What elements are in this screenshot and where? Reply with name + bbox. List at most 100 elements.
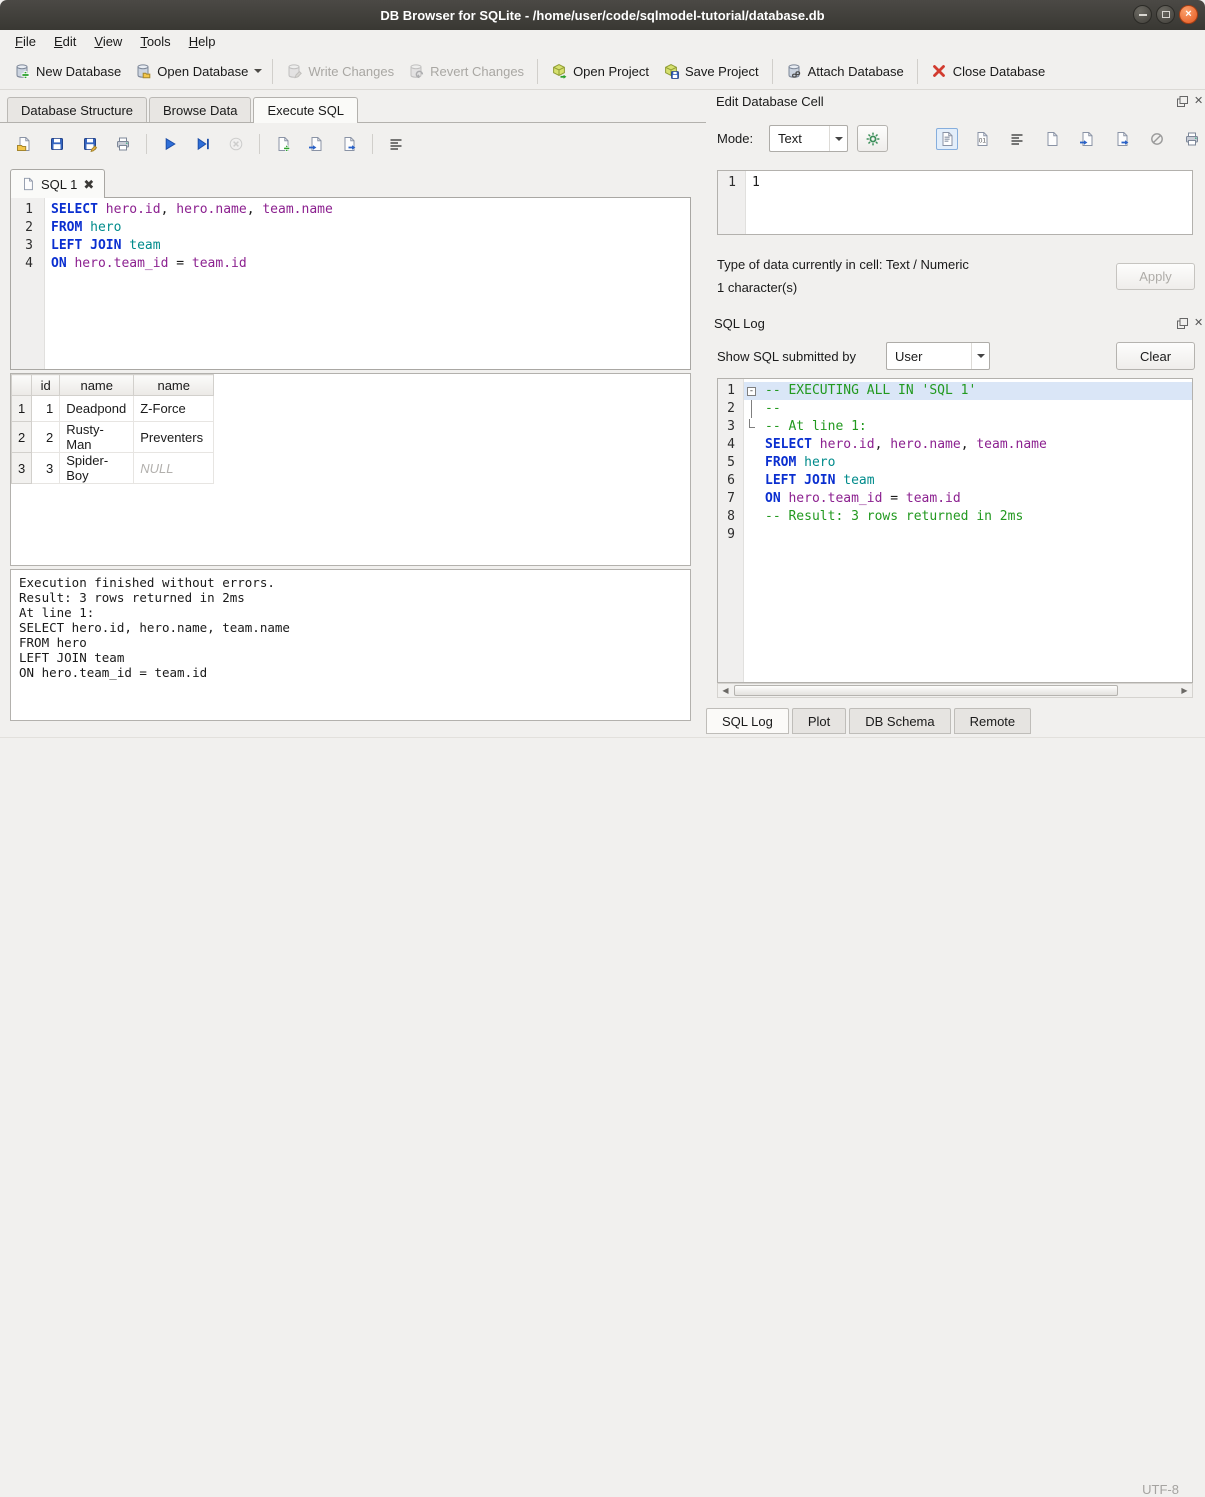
code-line: 6LEFT JOIN team — [718, 472, 1192, 490]
word-wrap-button[interactable] — [1006, 128, 1028, 150]
execute-current-line-button[interactable] — [193, 134, 213, 154]
code-text: -- Result: 3 rows returned in 2ms — [759, 508, 1023, 526]
table-cell[interactable]: Spider-Boy — [60, 453, 134, 484]
mode-combobox[interactable]: Text — [769, 125, 848, 152]
log-filter-combobox[interactable]: User — [886, 342, 990, 370]
fold-marker[interactable] — [744, 418, 759, 436]
mode-value: Text — [770, 131, 829, 146]
export-sql-icon — [341, 136, 357, 152]
open-in-new-tab-button[interactable] — [273, 134, 293, 154]
close-dock-icon[interactable]: ✕ — [1194, 318, 1203, 329]
menu-file[interactable]: File — [6, 31, 45, 52]
log-horizontal-scrollbar[interactable]: ◀ ▶ — [717, 683, 1193, 698]
code-text: ON hero.team_id = team.id — [45, 255, 247, 273]
code-line: 9 — [718, 526, 1192, 544]
dock-tab-db-schema[interactable]: DB Schema — [849, 708, 950, 734]
export-cell-data-button[interactable] — [1111, 128, 1133, 150]
line-number: 3 — [718, 418, 744, 436]
table-cell[interactable]: NULL — [134, 453, 214, 484]
close-button[interactable]: × — [1179, 5, 1198, 24]
menu-edit[interactable]: Edit — [45, 31, 85, 52]
fold-marker — [744, 472, 759, 490]
scroll-right-icon[interactable]: ▶ — [1177, 684, 1192, 697]
save-sql-file-button[interactable] — [47, 134, 67, 154]
menu-tools[interactable]: Tools — [131, 31, 179, 52]
menu-help[interactable]: Help — [180, 31, 225, 52]
binary-mode-button[interactable]: 01 — [971, 128, 993, 150]
open-database-button[interactable]: Open Database — [128, 58, 255, 84]
close-tab-icon[interactable]: ✖ — [83, 178, 94, 191]
line-number: 3 — [11, 237, 45, 255]
close-database-button[interactable]: Close Database — [924, 58, 1053, 84]
line-body — [744, 526, 1192, 544]
sql-file-tab[interactable]: SQL 1 ✖ — [10, 169, 105, 198]
fold-marker[interactable] — [744, 400, 759, 418]
gear-glyph — [865, 131, 881, 147]
open-database-dropdown-arrow[interactable] — [250, 57, 266, 85]
float-dock-icon[interactable] — [1177, 318, 1188, 329]
set-as-null-button[interactable] — [1146, 128, 1168, 150]
line-body: ON hero.team_id = team.id — [45, 255, 690, 273]
table-cell[interactable]: 3 — [32, 453, 60, 484]
format-sql-button[interactable] — [386, 134, 406, 154]
column-header-name[interactable]: name — [134, 375, 214, 396]
save-project-label: Save Project — [685, 64, 759, 79]
scrollbar-thumb[interactable] — [734, 685, 1118, 696]
table-cell[interactable]: Deadpond — [60, 396, 134, 422]
text-mode-button[interactable] — [936, 128, 958, 150]
sql-log-view[interactable]: 1--- EXECUTING ALL IN 'SQL 1'2--3-- At l… — [717, 378, 1193, 683]
new-database-button[interactable]: New Database — [7, 58, 128, 84]
cell-settings-button[interactable] — [857, 125, 888, 152]
print-cell-button[interactable] — [1181, 128, 1203, 150]
tab-execute-sql[interactable]: Execute SQL — [253, 97, 358, 123]
table-cell[interactable]: 1 — [32, 396, 60, 422]
save-sql-file-as-button[interactable] — [80, 134, 100, 154]
table-cell[interactable]: Z-Force — [134, 396, 214, 422]
scroll-left-icon[interactable]: ◀ — [718, 684, 733, 697]
row-number[interactable]: 1 — [12, 396, 32, 422]
tab-browse-data[interactable]: Browse Data — [149, 97, 251, 122]
window-title: DB Browser for SQLite - /home/user/code/… — [380, 8, 824, 23]
close-dock-icon[interactable]: ✕ — [1194, 96, 1203, 107]
row-number[interactable]: 2 — [12, 422, 32, 453]
execute-all-button[interactable] — [160, 134, 180, 154]
menu-view[interactable]: View — [85, 31, 131, 52]
import-cell-data-button[interactable] — [1076, 128, 1098, 150]
cell-editor[interactable]: 1 1 — [717, 170, 1193, 235]
titlebar[interactable]: DB Browser for SQLite - /home/user/code/… — [0, 0, 1205, 30]
float-dock-icon[interactable] — [1177, 96, 1188, 107]
fold-marker[interactable]: - — [744, 382, 759, 400]
encoding-indicator[interactable]: UTF-8 — [1142, 1482, 1179, 1497]
minimize-button[interactable] — [1133, 5, 1152, 24]
sql-editor[interactable]: 1SELECT hero.id, hero.name, team.name2FR… — [10, 197, 691, 370]
open-project-button[interactable]: Open Project — [544, 58, 656, 84]
maximize-button[interactable] — [1156, 5, 1175, 24]
row-number[interactable]: 3 — [12, 453, 32, 484]
print-sql-button[interactable] — [113, 134, 133, 154]
dock-tab-remote[interactable]: Remote — [954, 708, 1032, 734]
export-sql-button[interactable] — [339, 134, 359, 154]
open-in-new-tab-icon — [275, 136, 291, 152]
line-body: -- — [744, 400, 1192, 418]
table-cell[interactable]: 2 — [32, 422, 60, 453]
apply-button[interactable]: Apply — [1116, 263, 1195, 290]
line-body: -- Result: 3 rows returned in 2ms — [744, 508, 1192, 526]
open-sql-file-button[interactable] — [14, 134, 34, 154]
column-header-id[interactable]: id — [32, 375, 60, 396]
open-sql-file-icon — [16, 136, 32, 152]
attach-database-button[interactable]: Attach Database — [779, 58, 911, 84]
copy-cell-button[interactable] — [1041, 128, 1063, 150]
dock-tab-sql-log[interactable]: SQL Log — [706, 708, 789, 734]
results-corner-header[interactable] — [12, 375, 32, 396]
execution-message-pane[interactable]: Execution finished without errors.Result… — [10, 569, 691, 721]
clear-log-button[interactable]: Clear — [1116, 342, 1195, 370]
column-header-name[interactable]: name — [60, 375, 134, 396]
table-cell[interactable]: Rusty-Man — [60, 422, 134, 453]
tab-database-structure[interactable]: Database Structure — [7, 97, 147, 122]
message-line: Result: 3 rows returned in 2ms — [19, 590, 682, 605]
import-sql-button[interactable] — [306, 134, 326, 154]
import-sql-icon — [308, 136, 324, 152]
table-cell[interactable]: Preventers — [134, 422, 214, 453]
dock-tab-plot[interactable]: Plot — [792, 708, 846, 734]
save-project-button[interactable]: Save Project — [656, 58, 766, 84]
